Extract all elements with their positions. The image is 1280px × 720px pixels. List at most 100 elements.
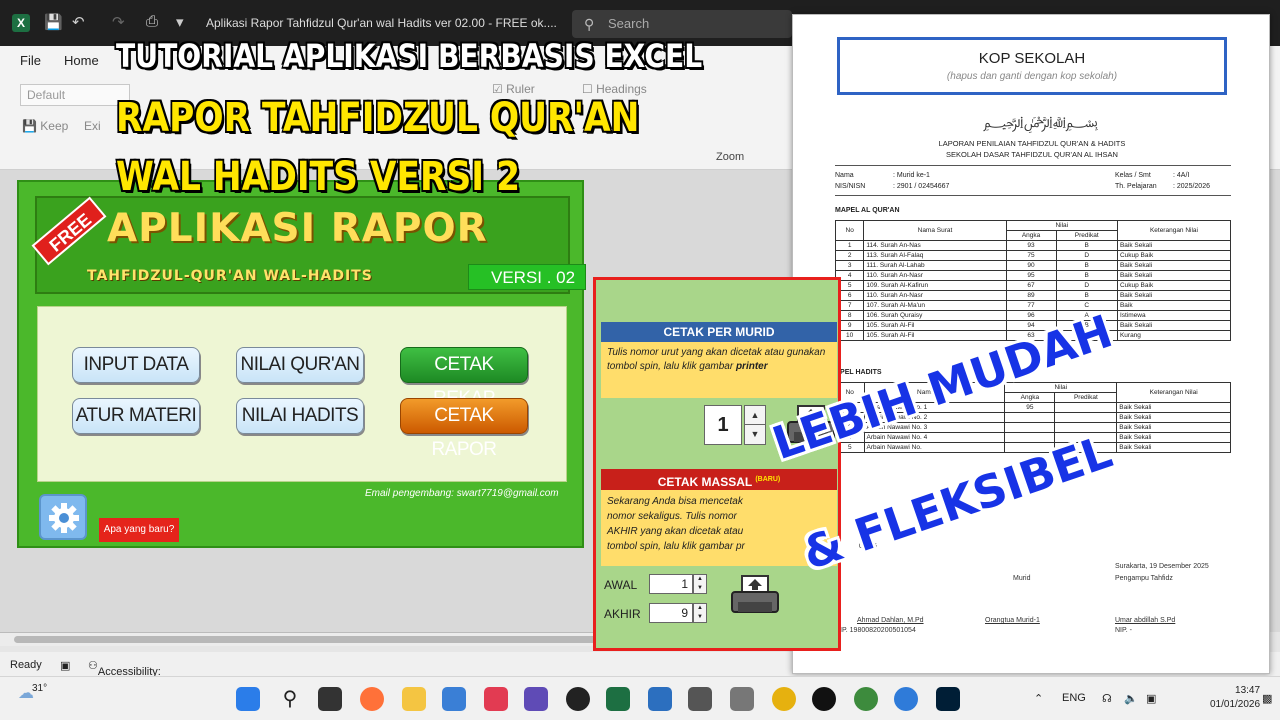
cetak-rapor-button[interactable]: CETAK RAPOR (400, 398, 528, 460)
chrome-profile-icon[interactable] (894, 687, 918, 711)
massal-note-line-2: nomor sekaligus. Tulis nomor (607, 511, 737, 522)
info-nama-label: Nama (835, 172, 854, 179)
student-number-spinner[interactable]: ▲ ▼ (744, 405, 766, 445)
excel-taskbar-icon[interactable] (606, 687, 630, 711)
table-cell: 3 (834, 260, 865, 271)
student-number-input[interactable]: 1 (704, 405, 742, 445)
undo-icon[interactable]: ↶ (72, 13, 85, 31)
ruler-checkbox[interactable]: ☑ Ruler (492, 82, 535, 96)
awal-spinner[interactable]: ▲ ▼ (693, 574, 707, 594)
headings-label: Headings (596, 82, 647, 96)
battery-icon[interactable]: ▣ (1146, 692, 1156, 705)
table-cell: D (1055, 250, 1118, 261)
table-cell: Istimewa (1116, 310, 1232, 321)
app-icon[interactable] (524, 687, 548, 711)
awal-input[interactable]: 1 (649, 574, 693, 594)
save-icon[interactable]: 💾 (44, 13, 63, 31)
keep-label: Keep (40, 119, 69, 133)
table-cell: Baik Sekali (1116, 422, 1231, 433)
table-row: 8 106. Surah Quraisy 96 A Istimewa (834, 310, 1232, 321)
cetak-massal-title: CETAK MASSAL (657, 475, 752, 489)
exit-button[interactable]: Exi (84, 119, 101, 133)
col-predikat: Predikat (1055, 230, 1118, 241)
table-cell: 106. Surah Quraisy (863, 310, 1007, 321)
clock-date: 01/01/2026 (1210, 699, 1261, 710)
per-murid-note-text: Tulis nomor urut yang akan dicetak atau … (607, 347, 826, 372)
remote-desktop-icon[interactable] (688, 687, 712, 711)
cetak-rekap-button[interactable]: CETAK REKAP (400, 347, 528, 409)
letterhead-subtitle: (hapus dan ganti dengan kop sekolah) (946, 71, 1118, 82)
tab-home[interactable]: Home (64, 53, 99, 68)
volume-icon[interactable]: 🔈 (1124, 692, 1138, 705)
style-select[interactable]: Default (20, 84, 130, 106)
tiktok-icon[interactable] (812, 687, 836, 711)
snipping-tool-icon[interactable] (484, 687, 508, 711)
system-clock[interactable]: 13:47 01/01/2026 (1210, 684, 1260, 712)
macro-record-icon[interactable]: ▣ (60, 659, 70, 672)
weather-widget[interactable]: ☁ 31° (18, 683, 47, 703)
search-box[interactable]: ⚲ Search (572, 10, 792, 38)
signature-headmaster: Umar abdillah S.Pd (1115, 617, 1176, 624)
nilai-quran-button[interactable]: NILAI QUR'AN (236, 347, 364, 383)
table-cell: 110. Surah An-Nasr (863, 290, 1007, 301)
paint-icon[interactable] (648, 687, 672, 711)
col-nama-surat: Nama Surat (863, 220, 1007, 241)
col-keterangan: Keterangan Nilai (1116, 220, 1232, 241)
chrome-icon[interactable] (772, 687, 796, 711)
photoshop-icon[interactable] (936, 687, 960, 711)
table-cell (1004, 412, 1056, 423)
search-taskbar-icon[interactable]: ⚲ (278, 687, 302, 711)
settings-button[interactable] (39, 494, 87, 540)
table-cell: Baik (1116, 300, 1232, 311)
akhir-input[interactable]: 9 (649, 603, 693, 623)
spin-down-icon[interactable]: ▼ (745, 425, 765, 444)
report-title-2: SEKOLAH DASAR TAHFIDZUL QUR'AN AL IHSAN (946, 150, 1118, 159)
firefox-icon[interactable] (360, 687, 384, 711)
printer-massal-icon[interactable] (730, 574, 780, 618)
table-cell: 67 (1005, 280, 1057, 291)
cetak-massal-header: CETAK MASSAL (BARU) (601, 469, 837, 490)
atur-materi-button[interactable]: ATUR MATERI (72, 398, 200, 434)
new-badge: (BARU) (755, 476, 781, 483)
table-cell: 105. Surah Al-Fil (863, 320, 1007, 331)
school-letterhead: KOP SEKOLAH (hapus dan ganti dengan kop … (837, 37, 1227, 95)
notification-icon[interactable]: ▩ (1262, 692, 1272, 705)
tab-file[interactable]: File (20, 53, 41, 68)
table-cell: 107. Surah Al-Ma'un (863, 300, 1007, 311)
keep-button[interactable]: 💾 Keep (22, 119, 68, 133)
start-icon[interactable] (236, 687, 260, 711)
accessibility-status[interactable]: ⚇ Accessibility: Investigate (88, 659, 161, 690)
file-explorer-icon[interactable] (402, 687, 426, 711)
calculator-icon[interactable] (730, 687, 754, 711)
version-label: VERSI . 02 (468, 264, 586, 290)
clock-time: 13:47 (1235, 685, 1261, 696)
info-th-label: Th. Pelajaran (1115, 183, 1157, 190)
divider (835, 165, 1231, 166)
per-murid-note-bold: printer (735, 361, 768, 372)
task-view-icon[interactable] (318, 687, 342, 711)
place-date: Surakarta, 19 Desember 2025 (1115, 563, 1209, 570)
nilai-hadits-button[interactable]: NILAI HADITS (236, 398, 364, 434)
school-app-icon[interactable] (854, 687, 878, 711)
whats-new-button[interactable]: Apa yang baru? (99, 518, 179, 542)
wifi-icon[interactable]: ☊ (1102, 692, 1112, 705)
headline-line-2: RAPOR TAHFIDZUL QUR'AN (116, 95, 640, 141)
akhir-spinner[interactable]: ▲ ▼ (693, 603, 707, 623)
tray-overflow-icon[interactable]: ⌃ (1034, 692, 1043, 705)
info-nama-value: : Murid ke-1 (893, 172, 930, 179)
quick-access-dropdown-icon[interactable]: ▾ (176, 13, 184, 31)
language-indicator[interactable]: ENG (1062, 692, 1086, 704)
input-data-button[interactable]: INPUT DATA (72, 347, 200, 383)
table-cell: Baik Sekali (1116, 270, 1232, 281)
headings-checkbox[interactable]: ☐ Headings (582, 82, 647, 96)
table-cell: 89 (1005, 290, 1057, 301)
table-row: 5 109. Surah Al-Kafirun 67 D Cukup Baik (834, 280, 1232, 291)
table-cell: Baik Sekali (1116, 402, 1231, 413)
col-angka: Angka (1004, 392, 1056, 403)
media-app-icon[interactable] (566, 687, 590, 711)
table-cell: 105. Surah Al-Fil (863, 330, 1007, 341)
redo-icon[interactable]: ↷ (112, 13, 125, 31)
print-preview-icon[interactable]: ⎙ (146, 13, 158, 30)
spin-up-icon[interactable]: ▲ (745, 406, 765, 425)
notepad-icon[interactable] (442, 687, 466, 711)
